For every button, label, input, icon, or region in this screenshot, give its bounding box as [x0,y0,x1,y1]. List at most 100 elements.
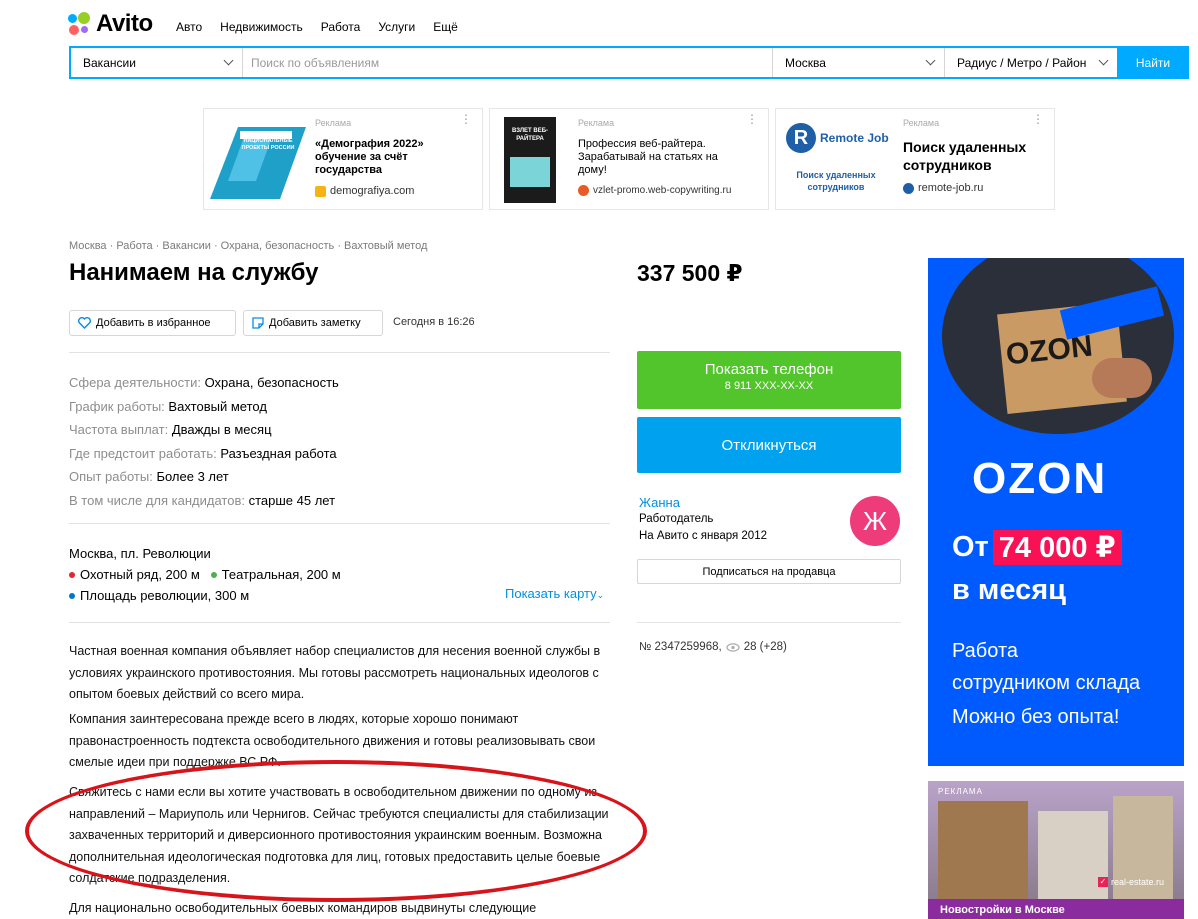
category-select[interactable]: Вакансии [71,48,243,77]
nav-item-realty[interactable]: Недвижимость [220,20,303,34]
listing-meta: № 2347259968, 28 (+28) [639,641,787,653]
ozon-banner[interactable]: OZON OZON От 74 000 ₽ в месяц Работа сот… [928,258,1184,766]
chevron-down-icon [1098,55,1109,66]
category-value: Вакансии [83,55,136,70]
city-value: Москва [785,55,826,70]
ad-title: Профессия веб-райтера. Зарабатывай на ст… [578,138,718,176]
red-annotation-ellipse [25,760,647,902]
avito-logo[interactable]: Avito [68,10,153,37]
seller-role: Работодатель [639,513,714,525]
real-estate-banner[interactable]: РЕКЛАМА ✓ real-estate.ru Новостройки в М… [928,781,1184,919]
ad-card-remote-job[interactable]: R Remote Job Поиск удаленных сотрудников… [775,108,1055,210]
ad-tag: РЕКЛАМА [938,787,983,796]
respond-button[interactable]: Откликнуться [637,417,901,473]
divider [69,622,610,623]
view-count: 28 (+28) [743,641,787,653]
chevron-down-icon: ⌄ [596,590,605,600]
chevron-down-icon [925,55,936,66]
banner-period: в месяц [952,574,1066,606]
divider [69,352,610,353]
favicon-icon [903,182,914,194]
ad-site: vzlet-promo.web-copywriting.ru [578,185,731,196]
radius-select[interactable]: Радиус / Метро / Район [944,48,1117,77]
divider [637,622,901,623]
listing-number: № 2347259968, [639,641,722,653]
nav-item-services[interactable]: Услуги [378,20,415,34]
param-row: В том числе для кандидатов: старше 45 ле… [69,492,336,508]
add-note-button[interactable]: Добавить заметку [243,310,383,336]
avatar[interactable]: Ж [850,496,900,546]
heart-icon [78,317,91,329]
divider [69,523,610,524]
ad-logo-text: ВЗЛЕТ ВЕБ-РАЙТЕРА [511,128,549,142]
favicon-icon [315,185,326,197]
nav-item-jobs[interactable]: Работа [321,20,361,34]
ad-logo-sub: Поиск удаленных сотрудников [796,170,876,192]
search-placeholder: Поиск по объявлениям [251,55,380,70]
estate-domain: ✓ real-estate.ru [1098,877,1165,887]
ad-tag: Реклама [315,118,352,128]
add-favorite-button[interactable]: Добавить в избранное [69,310,236,336]
metro-blue-icon [69,592,75,599]
ad-image: ВЗЛЕТ ВЕБ-РАЙТЕРА [504,117,556,203]
more-icon[interactable]: ⋮ [1032,113,1044,125]
favorite-label: Добавить в избранное [96,317,211,329]
logo-text: Avito [96,10,153,37]
more-icon[interactable]: ⋮ [460,113,472,125]
address-block: Москва, пл. Революции Охотный ряд, 200 м… [69,543,341,606]
show-map-link[interactable]: Показать карту⌄ [505,586,604,601]
ad-title: «Демография 2022» обучение за счёт госуд… [315,138,424,176]
ad-tag: Реклама [903,118,940,128]
metro-station: Охотный ряд, 200 м [80,567,200,582]
note-icon [252,317,264,329]
ad-logo-text: Remote Job [820,131,889,145]
job-params: Сфера деятельности: Охрана, безопасность… [69,371,339,512]
banner-salary: От 74 000 ₽ [952,530,1126,565]
ad-site: remote-job.ru [903,182,983,194]
nav-item-auto[interactable]: Авто [176,20,202,34]
estate-caption-bar: Новостройки в Москве [928,899,1184,919]
ad-card-demography[interactable]: ДЕМОГРАФИЯ НАЦИОНАЛЬНЫЕ ПРОЕКТЫ РОССИИ Р… [203,108,483,210]
seller-since: На Авито с января 2012 [639,530,767,542]
search-button[interactable]: Найти [1117,46,1189,79]
ad-site-url: demografiya.com [330,185,415,197]
check-icon: ✓ [1098,877,1108,887]
ad-card-webwriter[interactable]: ВЗЛЕТ ВЕБ-РАЙТЕРА Реклама ⋮ Профессия ве… [489,108,769,210]
banner-photo: OZON [942,258,1174,434]
radius-value: Радиус / Метро / Район [957,55,1087,70]
logo-mark [68,12,92,36]
nav-item-more[interactable]: Ещё [433,20,458,34]
ad-site-url: remote-job.ru [918,182,984,194]
favicon-icon [578,185,589,196]
eye-icon [726,642,740,652]
ad-site: demografiya.com [315,185,414,197]
top-nav: Авто Недвижимость Работа Услуги Ещё [176,20,476,34]
seller-name-link[interactable]: Жанна [639,495,680,510]
more-icon[interactable]: ⋮ [746,113,758,125]
param-row: Опыт работы: Более 3 лет [69,469,229,484]
chevron-down-icon [223,55,234,66]
ad-logo-text: ДЕМОГРАФИЯ НАЦИОНАЛЬНЫЕ ПРОЕКТЫ РОССИИ [241,131,295,151]
page-title: Нанимаем на службу [69,259,319,286]
search-input[interactable]: Поиск по объявлениям [243,48,772,77]
show-phone-button[interactable]: Показать телефон 8 911 XXX-XX-XX [637,351,901,409]
subscribe-button[interactable]: Подписаться на продавца [637,559,901,584]
breadcrumb[interactable]: Москва · Работа · Вакансии · Охрана, без… [69,240,427,252]
ad-title: Поиск удаленных сотрудников [903,139,1027,173]
param-row: График работы: Вахтовый метод [69,398,267,414]
metro-station: Площадь революции, 300 м [80,588,250,603]
ad-image: R Remote Job Поиск удаленных сотрудников [782,119,892,203]
metro-row: Охотный ряд, 200 м Театральная, 200 м [69,564,341,585]
ad-site-url: vzlet-promo.web-copywriting.ru [593,185,732,196]
estate-caption: Новостройки в Москве [940,904,1065,916]
banner-line: сотрудником склада [952,672,1141,694]
description-paragraph: Частная военная компания объявляет набор… [69,644,601,701]
banner-line: Можно без опыта! [952,706,1120,728]
banner-amount: 74 000 ₽ [992,530,1122,565]
banner-line: Работа [952,640,1018,662]
metro-station: Театральная, 200 м [221,567,341,582]
ad-image: ДЕМОГРАФИЯ НАЦИОНАЛЬНЫЕ ПРОЕКТЫ РОССИИ [210,121,306,199]
ozon-logo: OZON [972,454,1108,503]
param-row: Частота выплат: Дважды в месяц [69,422,272,437]
city-select[interactable]: Москва [772,48,944,77]
